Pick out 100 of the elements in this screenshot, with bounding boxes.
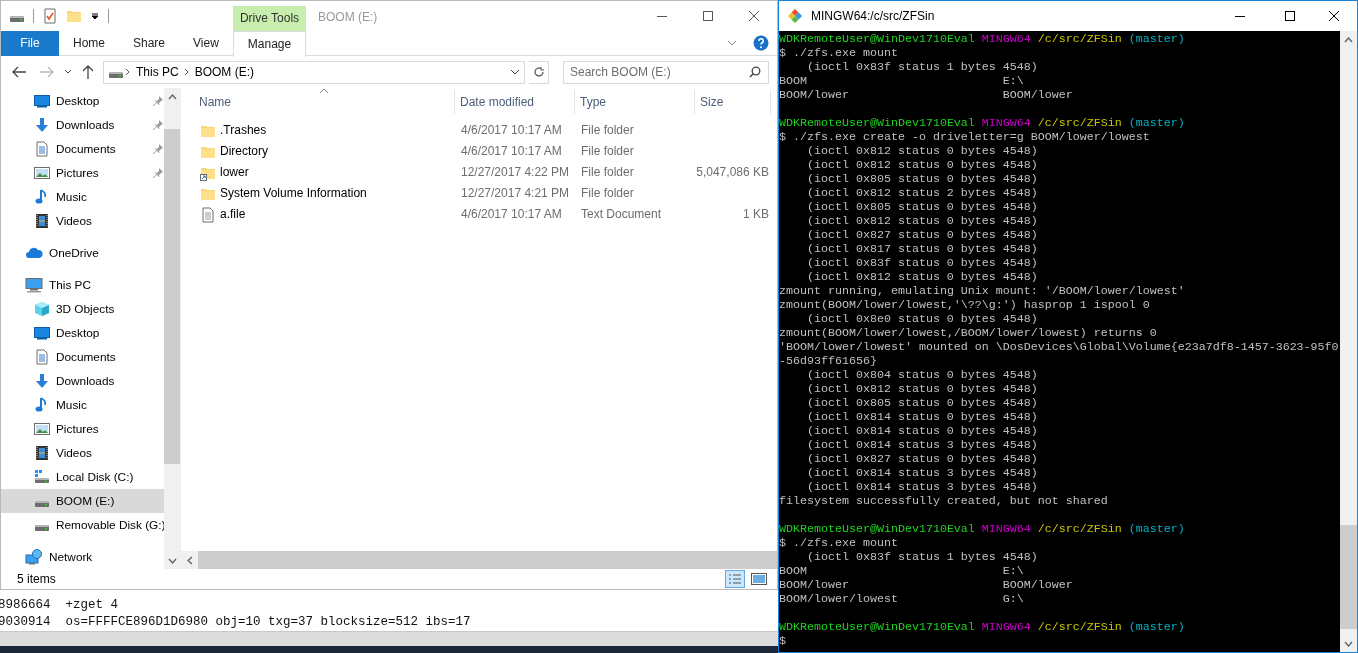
nav-item[interactable]: BOOM (E:)	[1, 489, 164, 513]
refresh-icon	[532, 66, 545, 78]
address-bar[interactable]: This PC BOOM (E:)	[103, 60, 525, 84]
output-line: (ioctl 0x827 status 0 bytes 4548)	[806, 452, 1038, 466]
monitor-icon	[34, 325, 50, 341]
output-line: (ioctl 0x812 status 0 bytes 4548)	[806, 144, 1038, 158]
command-line: $	[779, 634, 786, 648]
nav-item[interactable]: Documents	[1, 345, 164, 369]
prompt-shell: MINGW64	[981, 620, 1031, 634]
chevron-right-icon	[124, 67, 132, 77]
output-line: (ioctl 0x814 status 0 bytes 4548)	[806, 410, 1038, 424]
prompt-path: /c/src/ZFSin	[1037, 522, 1122, 536]
drive-icon	[35, 525, 49, 531]
chevron-right-icon	[182, 67, 191, 77]
prompt-branch: (master)	[1128, 32, 1185, 46]
column-header[interactable]: Date modified	[455, 90, 575, 114]
nav-item[interactable]: Documents	[1, 137, 164, 161]
drive-icon	[109, 72, 123, 78]
date-modified: 12/27/2017 4:22 PM	[461, 165, 570, 180]
file-size: 1 KB	[743, 207, 769, 222]
file-menu-button[interactable]: File	[1, 31, 59, 56]
output-line: (ioctl 0x812 status 0 bytes 4548)	[806, 382, 1038, 396]
nav-item[interactable]: Desktop	[1, 89, 164, 113]
close-icon	[749, 11, 759, 21]
column-header[interactable]: Size	[695, 90, 771, 114]
output-line: (ioctl 0x804 status 0 bytes 4548)	[806, 368, 1038, 382]
chevron-down-icon	[727, 38, 737, 48]
output-line: (ioctl 0x814 status 3 bytes 4548)	[806, 480, 1038, 494]
scroll-thumb[interactable]	[1340, 525, 1357, 629]
up-button[interactable]	[81, 64, 95, 80]
column-header[interactable]: Name	[181, 90, 455, 114]
close-icon	[1329, 11, 1339, 21]
nav-item[interactable]: Downloads	[1, 113, 164, 137]
forward-button[interactable]	[39, 64, 55, 80]
breadcrumb[interactable]: BOOM (E:)	[190, 64, 259, 80]
sort-ascending-icon	[319, 88, 329, 94]
drive-icon	[10, 16, 24, 22]
nav-item[interactable]: Videos	[1, 209, 164, 233]
address-history-button[interactable]	[510, 67, 520, 77]
nav-item[interactable]: OneDrive	[1, 241, 164, 265]
ribbon-tab[interactable]: Home	[59, 31, 119, 56]
nav-item[interactable]: Videos	[1, 441, 164, 465]
scrollbar[interactable]	[164, 88, 180, 569]
dataset-name: BOOM	[779, 74, 807, 88]
expand-ribbon-button[interactable]	[727, 38, 737, 48]
nav-item[interactable]: Pictures	[1, 417, 164, 441]
output-line: zmount running, emulating Unix mount: '/BOOM/lower/lowest'	[779, 284, 1185, 298]
nav-item[interactable]: Pictures	[1, 161, 164, 185]
chevron-down-icon	[510, 67, 520, 77]
nav-item[interactable]: Music	[1, 185, 164, 209]
refresh-button[interactable]	[529, 60, 549, 84]
download-icon	[34, 117, 50, 133]
prompt-shell: MINGW64	[981, 522, 1031, 536]
scroll-up-icon	[1344, 36, 1353, 43]
nav-item[interactable]: Downloads	[1, 369, 164, 393]
output-line: (ioctl 0x814 status 3 bytes 4548)	[806, 438, 1038, 452]
column-header[interactable]: Type	[575, 90, 695, 114]
back-button[interactable]	[11, 64, 27, 80]
prompt-user-host: WDKRemoteUser@WinDev1710Eval	[779, 32, 975, 46]
nav-item[interactable]: 3D Objects	[1, 297, 164, 321]
file-name[interactable]: Directory	[220, 144, 268, 159]
window-title: MINGW64:/c/src/ZFSin	[811, 8, 935, 24]
pin-icon	[152, 119, 164, 131]
output-line: (ioctl 0x814 status 0 bytes 4548)	[806, 424, 1038, 438]
output-line: zmount(BOOM/lower/lowest,'\??\g:') hasprop 1 ispool 0	[779, 298, 1150, 312]
prompt-path: /c/src/ZFSin	[1037, 620, 1122, 634]
file-type: File folder	[581, 123, 634, 138]
maximize-icon	[1285, 11, 1295, 21]
app-logo-icon	[787, 8, 803, 24]
prompt-user-host: WDKRemoteUser@WinDev1710Eval	[779, 620, 975, 634]
file-name[interactable]: lower	[220, 165, 249, 180]
document-icon	[34, 141, 50, 157]
film-icon	[34, 213, 50, 229]
ribbon-tab[interactable]: Share	[119, 31, 180, 56]
nav-item[interactable]: Local Disk (C:)	[1, 465, 164, 489]
network-icon	[25, 549, 43, 565]
file-name[interactable]: .Trashes	[220, 123, 267, 138]
film-icon	[34, 445, 50, 461]
prompt-shell: MINGW64	[981, 116, 1031, 130]
large-icons-view-button[interactable]	[749, 570, 769, 588]
nav-item[interactable]: This PC	[1, 273, 164, 297]
picture-icon	[34, 421, 50, 437]
search-field[interactable]: Search BOOM (E:)	[563, 60, 769, 84]
nav-item[interactable]: Network	[1, 545, 164, 569]
dataset-name: BOOM	[779, 564, 807, 578]
monitor-icon	[34, 93, 50, 109]
scroll-thumb[interactable]	[164, 129, 180, 464]
nav-item[interactable]: Desktop	[1, 321, 164, 345]
ribbon-tab[interactable]: Manage	[232, 31, 307, 57]
output-line: (ioctl 0x83f status 1 bytes 4548)	[806, 60, 1038, 74]
file-type: File folder	[581, 144, 634, 159]
ribbon-tab[interactable]: View	[179, 31, 233, 56]
output-line: (ioctl 0x805 status 0 bytes 4548)	[806, 200, 1038, 214]
file-name[interactable]: a.file	[220, 207, 246, 222]
breadcrumb[interactable]: This PC	[132, 64, 183, 80]
date-modified: 4/6/2017 10:17 AM	[461, 123, 562, 138]
nav-item[interactable]: Music	[1, 393, 164, 417]
scrollbar[interactable]	[1340, 31, 1357, 652]
help-button[interactable]	[753, 35, 769, 51]
file-name[interactable]: System Volume Information	[220, 186, 367, 201]
